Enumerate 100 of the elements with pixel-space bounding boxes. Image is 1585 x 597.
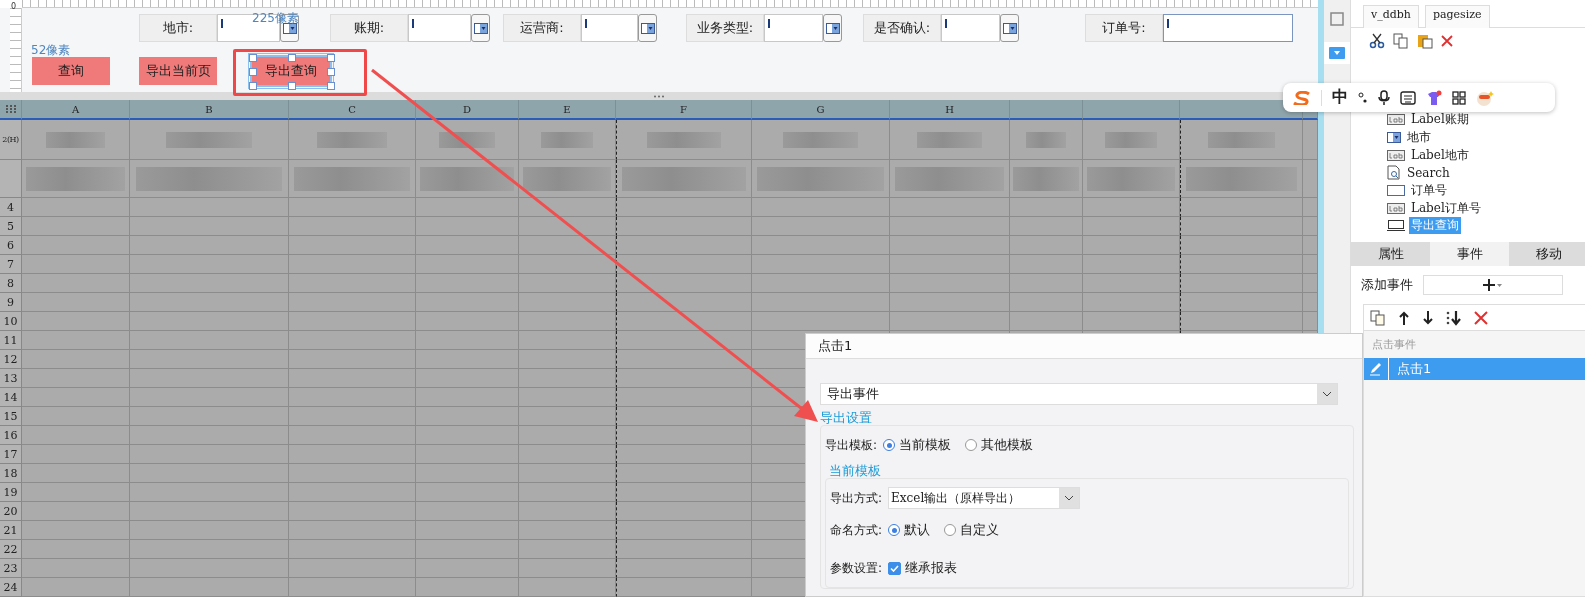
input-field[interactable] [941, 14, 1000, 42]
dropdown[interactable]: Excel输出（原样导出） [888, 487, 1081, 509]
label-icon [1387, 202, 1405, 214]
row-header: 24 [0, 578, 22, 597]
row-header: 9 [0, 293, 22, 312]
radio-label: 当前模板 [899, 436, 952, 454]
delete-icon[interactable] [1474, 310, 1488, 325]
mascot-icon[interactable] [1476, 89, 1494, 106]
arrow-up-icon[interactable] [1398, 310, 1410, 325]
dropdown-icon [1387, 132, 1401, 144]
tab[interactable]: pagesize [1424, 5, 1490, 28]
field-label: 订单号: [1085, 14, 1163, 42]
row-header: 16 [0, 426, 22, 445]
label-icon [1387, 149, 1405, 161]
tab[interactable]: v_ddbh [1363, 5, 1419, 28]
row-header: 18 [0, 464, 22, 483]
dropdown[interactable]: 导出事件 [820, 383, 1338, 405]
blurred-text [1012, 166, 1080, 191]
plus-icon [1483, 279, 1503, 291]
blurred-text [317, 131, 387, 148]
tree-item[interactable]: 地市 [1387, 128, 1585, 147]
text-cursor-icon [1167, 19, 1169, 28]
action-button[interactable]: 导出查询 [252, 57, 330, 85]
copy-icon[interactable] [1393, 33, 1409, 49]
radio-button[interactable] [883, 439, 896, 451]
ime-mode[interactable]: 中 [1332, 87, 1348, 108]
field-label: 运营商: [503, 14, 581, 42]
toolbar-button[interactable] [1324, 42, 1350, 64]
dropdown-icon [825, 22, 840, 34]
action-button[interactable]: 查询 [32, 57, 110, 85]
column-header: H [890, 100, 1010, 120]
input-field[interactable] [1163, 14, 1293, 42]
text-cursor-icon [768, 19, 770, 28]
row-header: 5 [0, 217, 22, 236]
row-header: 13 [0, 369, 22, 388]
row-header: 15 [0, 407, 22, 426]
radio-button[interactable] [944, 524, 957, 536]
row-header: 12 [0, 350, 22, 369]
shirt-icon[interactable] [1426, 89, 1442, 106]
ruler-label: 0 [11, 2, 17, 11]
microphone-icon[interactable] [1378, 89, 1390, 106]
row-header: 4 [0, 198, 22, 217]
select-all-icon[interactable] [5, 105, 16, 113]
input-field[interactable] [581, 14, 638, 42]
dropdown-icon [1329, 47, 1345, 59]
tree-item[interactable]: Label账期 [1387, 111, 1585, 129]
row-header: 17 [0, 445, 22, 464]
tab[interactable]: 事件 [1430, 242, 1509, 266]
cut-icon[interactable] [1369, 33, 1385, 49]
column-header: G [752, 100, 890, 120]
resize-handle[interactable] [288, 82, 296, 90]
dropdown-button[interactable] [823, 14, 842, 42]
dropdown-button[interactable] [638, 14, 657, 42]
tree-item[interactable]: Search [1387, 164, 1585, 182]
row-header: 7 [0, 255, 22, 274]
chevron-down-icon [1322, 391, 1332, 397]
ime-logo-icon[interactable] [1293, 90, 1311, 105]
text-cursor-icon [412, 19, 414, 28]
input-field[interactable] [408, 14, 471, 42]
keyboard-icon[interactable] [1400, 90, 1416, 105]
list-header: 点击事件 [1371, 337, 1417, 353]
input-field[interactable] [764, 14, 823, 42]
row-header: 10 [0, 312, 22, 331]
dialog-title: 点击1 [806, 334, 1362, 359]
arrow-down-icon[interactable] [1422, 310, 1434, 325]
checkbox[interactable] [888, 561, 902, 575]
row-header: 20 [0, 502, 22, 521]
dropdown-button[interactable] [1000, 14, 1019, 42]
field-label: 账期: [330, 14, 408, 42]
field-label: 命名方式: [830, 521, 883, 539]
blurred-text [1104, 131, 1158, 148]
row-header: 2(H) [0, 120, 22, 160]
dimension-note: 52像素 [31, 42, 71, 59]
row-header: 14 [0, 388, 22, 407]
delete-icon[interactable] [1441, 35, 1453, 47]
radio-button[interactable] [888, 524, 901, 536]
row-header: 21 [0, 521, 22, 540]
resize-handle[interactable] [288, 54, 296, 62]
tree-item[interactable]: Label订单号 [1387, 199, 1585, 218]
blurred-text [46, 131, 105, 148]
paste-icon[interactable] [1417, 33, 1433, 49]
move-bottom-icon[interactable] [1446, 309, 1462, 326]
action-button[interactable]: 导出当前页 [139, 57, 217, 85]
text-field-icon [1387, 185, 1405, 197]
grid-icon[interactable] [1452, 90, 1466, 105]
checkbox-label: 继承报表 [905, 559, 958, 577]
blurred-text [916, 131, 983, 148]
radio-label: 默认 [904, 521, 931, 539]
punctuation-icon[interactable] [1358, 90, 1368, 105]
copy-icon[interactable] [1370, 309, 1386, 326]
tree-item[interactable]: Label地市 [1387, 146, 1585, 165]
field-label: 添加事件 [1361, 276, 1413, 294]
tree-item[interactable]: 订单号 [1387, 181, 1585, 200]
row-header: 23 [0, 559, 22, 578]
column-header: A [22, 100, 130, 120]
radio-button[interactable] [965, 439, 978, 451]
field-label: 参数设置: [830, 559, 883, 577]
dropdown-button[interactable] [471, 14, 490, 42]
dropdown-icon [1002, 22, 1017, 34]
grip-icon[interactable] [653, 94, 665, 98]
